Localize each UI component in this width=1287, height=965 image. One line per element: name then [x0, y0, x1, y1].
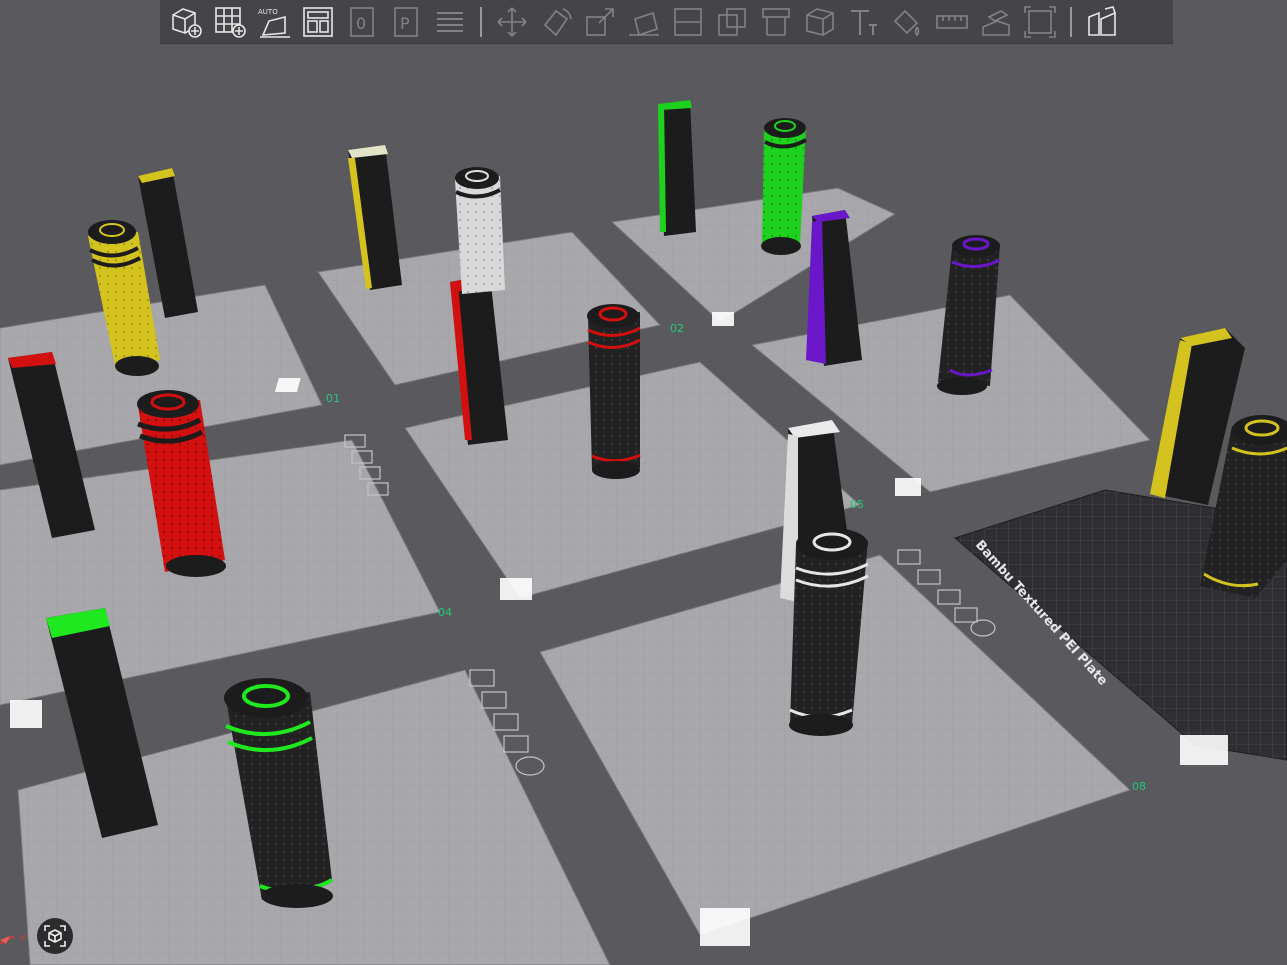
- text-icon[interactable]: [845, 3, 883, 41]
- toolbar-separator: [1070, 6, 1072, 37]
- scale-icon[interactable]: [581, 3, 619, 41]
- grip-purple[interactable]: [937, 235, 1001, 395]
- plate-label-01: 01: [326, 392, 340, 405]
- axis-indicator: x: [0, 933, 26, 945]
- layers-icon[interactable]: [431, 3, 469, 41]
- grip-green-1[interactable]: [761, 118, 807, 255]
- main-toolbar: AUTO 0 P: [160, 0, 1173, 44]
- move-icon[interactable]: [493, 3, 531, 41]
- view-cube-icon: [44, 925, 66, 947]
- color-paint-icon[interactable]: [889, 3, 927, 41]
- boolean-icon[interactable]: [713, 3, 751, 41]
- svg-text:P: P: [400, 14, 410, 33]
- add-object-icon[interactable]: [167, 3, 205, 41]
- auto-orient-icon[interactable]: AUTO: [255, 3, 293, 41]
- measure-icon[interactable]: [933, 3, 971, 41]
- split-objects-icon[interactable]: [1083, 3, 1121, 41]
- toolbar-separator: [480, 6, 482, 37]
- add-plate-icon[interactable]: [211, 3, 249, 41]
- plate-label-05: 05: [850, 498, 864, 511]
- print-plate-icon[interactable]: P: [387, 3, 425, 41]
- tower-green-1[interactable]: [658, 100, 696, 236]
- assembly-icon[interactable]: [977, 3, 1015, 41]
- seam-paint-icon[interactable]: [801, 3, 839, 41]
- cut-icon[interactable]: [669, 3, 707, 41]
- view-cube-button[interactable]: [37, 918, 73, 954]
- svg-text:0: 0: [356, 14, 366, 33]
- axis-label-x: x: [20, 933, 26, 943]
- plate-label-02: 02: [670, 322, 684, 335]
- support-paint-icon[interactable]: [757, 3, 795, 41]
- svg-text:AUTO: AUTO: [258, 8, 278, 16]
- plate-label-08: 08: [1132, 780, 1146, 793]
- grip-white[interactable]: [455, 167, 505, 294]
- plate-label-04: 04: [438, 606, 452, 619]
- rotate-icon[interactable]: [537, 3, 575, 41]
- lay-on-face-icon[interactable]: [625, 3, 663, 41]
- grip-red-2[interactable]: [587, 304, 641, 479]
- slice-plate-icon[interactable]: 0: [343, 3, 381, 41]
- fit-view-icon[interactable]: [1021, 3, 1059, 41]
- 3d-viewport[interactable]: Bambu Textured PEI Plate 01 02 04 05 08: [0, 0, 1287, 965]
- arrange-icon[interactable]: [299, 3, 337, 41]
